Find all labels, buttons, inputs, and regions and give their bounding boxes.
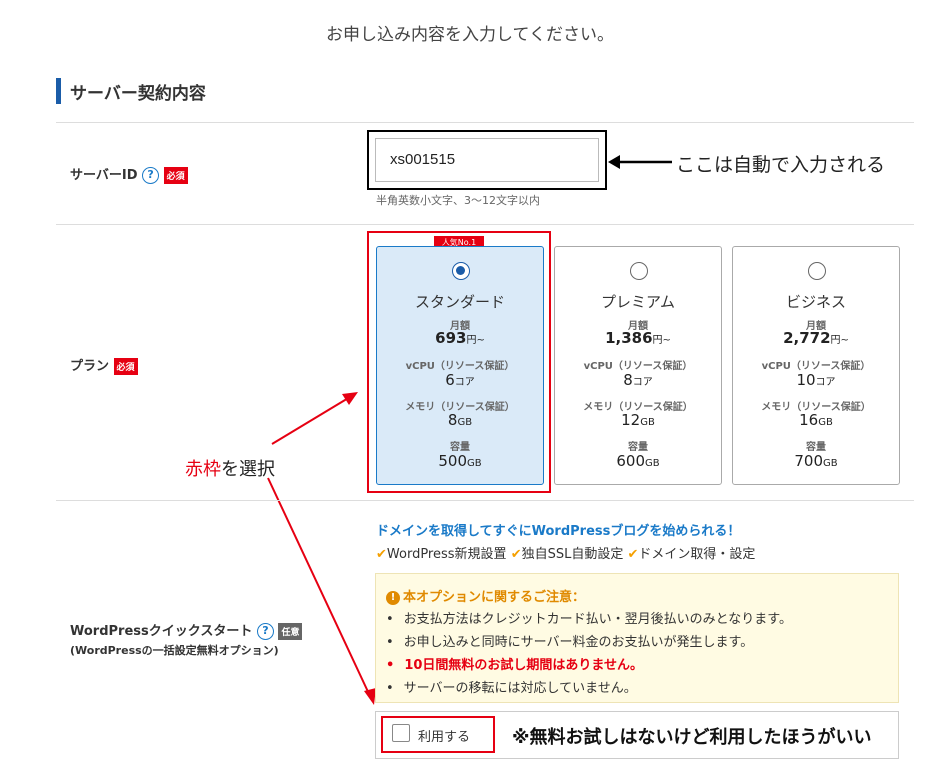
wordpress-headline: ドメインを取得してすぐにWordPressブログを始められる！ bbox=[376, 524, 741, 539]
check-icon: ✔ bbox=[510, 547, 522, 562]
divider bbox=[56, 500, 914, 501]
use-checkbox[interactable] bbox=[392, 724, 410, 742]
plan-annotation: 赤枠を選択 bbox=[185, 455, 275, 481]
optional-badge: 任意 bbox=[278, 623, 303, 640]
check-icon: ✔ bbox=[376, 547, 387, 562]
wordpress-sub-label: (WordPressの一括設定無料オプション) bbox=[70, 644, 279, 657]
use-checkbox-label[interactable]: 利用する bbox=[418, 726, 470, 745]
wordpress-label: WordPressクイックスタート bbox=[70, 624, 253, 639]
caution-title: ! 本オプションに関するご注意： bbox=[386, 586, 585, 605]
caution-item: お申し込みと同時にサーバー料金のお支払いが発生します。 bbox=[386, 631, 792, 654]
wordpress-features: ✔WordPress新規設置 ✔独自SSL自動設定 ✔ドメイン取得・設定 bbox=[376, 543, 755, 562]
caution-item-important: 10日間無料のお試し期間はありません。 bbox=[386, 654, 792, 677]
help-icon[interactable]: ? bbox=[256, 623, 274, 640]
exclamation-icon: ! bbox=[386, 590, 400, 605]
plan-annotation-red: 赤枠 bbox=[185, 459, 221, 480]
feature-item: 独自SSL自動設定 bbox=[521, 547, 624, 562]
feature-item: WordPress新規設置 bbox=[386, 547, 507, 562]
caution-title-text: 本オプションに関するご注意： bbox=[403, 590, 586, 605]
caution-item: サーバーの移転には対応していません。 bbox=[386, 677, 792, 700]
wordpress-label-group: WordPressクイックスタート ? 任意 bbox=[70, 620, 303, 640]
caution-box: !本オプションに関するご注意： お支払方法はクレジットカード払い・翌月後払いのみ… bbox=[375, 573, 899, 703]
wordpress-annotation: ※無料お試しはないけど利用したほうがいい bbox=[512, 727, 872, 748]
feature-item: ドメイン取得・設定 bbox=[638, 547, 756, 562]
check-icon: ✔ bbox=[627, 547, 639, 562]
plan-annotation-rest: を選択 bbox=[221, 459, 275, 480]
caution-item: お支払方法はクレジットカード払い・翌月後払いのみとなります。 bbox=[386, 608, 792, 631]
caution-list: お支払方法はクレジットカード払い・翌月後払いのみとなります。 お申し込みと同時に… bbox=[386, 608, 792, 700]
